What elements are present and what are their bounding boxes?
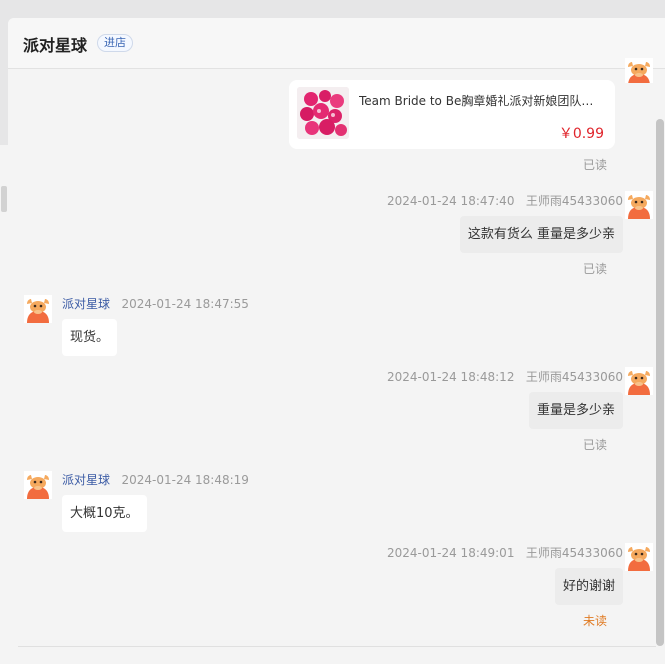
shop-name: 派对星球 [23,36,88,55]
message-time: 2024-01-24 18:47:55 [121,297,249,311]
message-time: 2024-01-24 18:49:01 [387,546,515,560]
message-bubble-out: 重量是多少亲 [528,392,623,429]
message-meta: 2024-01-24 18:47:40 王师雨45433060 [387,192,623,209]
unread-status: 未读 [583,614,608,628]
product-title: Team Bride to Be胸章婚礼派对新娘团队新娘... [359,94,605,108]
message-time: 2024-01-24 18:47:40 [387,194,515,208]
chat-panel: 派对星球 进店 Team Bride to Be胸章婚礼派对新娘团队新娘... … [8,18,665,664]
message-sender: 王师雨45433060 [525,546,623,560]
message-bubble-in: 大概10克。 [62,495,147,532]
chat-header: 派对星球 进店 [8,18,665,69]
message-sender[interactable]: 派对星球 [62,297,110,311]
left-background [0,145,8,664]
message-bubble-out: 这款有货么 重量是多少亲 [459,216,623,253]
message-meta: 派对星球 2024-01-24 18:48:19 [62,471,249,488]
message-sender[interactable]: 派对星球 [62,473,110,487]
message-meta: 派对星球 2024-01-24 18:47:55 [62,295,249,312]
product-price: ￥0.99 [558,126,604,142]
user-avatar-icon [625,58,653,83]
message-bubble-in: 现货。 [62,319,118,356]
message-time: 2024-01-24 18:48:19 [121,473,249,487]
read-status: 已读 [583,262,608,276]
shop-avatar-icon [24,295,52,323]
enter-store-button[interactable]: 进店 [97,34,133,52]
scrollbar-thumb[interactable] [656,119,664,646]
message-meta: 2024-01-24 18:48:12 王师雨45433060 [387,368,623,385]
user-avatar-icon [625,367,653,395]
user-avatar-icon [625,191,653,219]
left-resize-handle[interactable] [1,186,7,212]
read-status: 已读 [583,158,608,172]
message-time: 2024-01-24 18:48:12 [387,370,515,384]
user-avatar-icon [625,543,653,571]
read-status: 已读 [583,438,608,452]
message-sender: 王师雨45433060 [525,194,623,208]
input-divider [18,646,658,647]
message-bubble-out: 好的谢谢 [554,568,623,605]
message-sender: 王师雨45433060 [525,370,623,384]
product-card[interactable]: Team Bride to Be胸章婚礼派对新娘团队新娘... ￥0.99 [289,80,615,149]
product-image [297,87,349,139]
message-meta: 2024-01-24 18:49:01 王师雨45433060 [387,544,623,561]
shop-avatar-icon [24,471,52,499]
